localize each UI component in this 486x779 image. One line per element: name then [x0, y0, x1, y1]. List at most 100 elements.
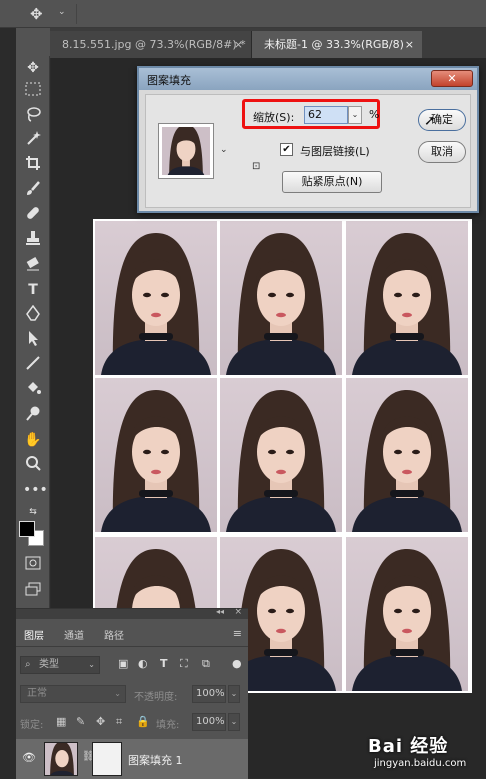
dialog-body: ⌄ 缩放(S): 62 ⌄ % ✔ 与图层链接(L) ⊡ 贴紧原点(N) 确定 … — [145, 94, 471, 208]
lock-artboard-icon[interactable]: ⌗ — [116, 715, 122, 729]
opacity-label: 不透明度: — [134, 692, 178, 703]
link-with-layer-label: 与图层链接(L) — [300, 145, 370, 158]
filter-kind-value: 类型 — [39, 659, 59, 670]
hand-tool-icon[interactable]: ✋ — [23, 430, 43, 450]
document-tabs: 8.15.551.jpg @ 73.3%(RGB/8#) * × 未标题-1 @… — [50, 28, 486, 58]
blend-row: 正常 ⌄ 不透明度: 100% ⌄ — [20, 685, 246, 705]
shape-filter-icon[interactable]: ⛶ — [180, 657, 188, 671]
dialog-titlebar[interactable]: 图案填充 ✕ — [139, 68, 477, 90]
marquee-tool-icon[interactable] — [23, 82, 43, 102]
clone-stamp-icon[interactable] — [23, 230, 43, 250]
lock-pixels-icon[interactable]: ✎ — [76, 715, 85, 728]
dodge-tool-icon[interactable] — [23, 405, 43, 425]
brush-tool-icon[interactable] — [23, 180, 43, 200]
tab-paths[interactable]: 路径 — [104, 627, 124, 642]
move-icon[interactable]: ✥ — [30, 5, 43, 23]
type-filter-icon[interactable]: T — [160, 657, 168, 670]
path-selection-icon[interactable] — [23, 330, 43, 350]
type-tool-icon[interactable]: T — [23, 280, 43, 300]
pattern-tile — [95, 378, 217, 532]
options-bar: ✥ ⌄ — [0, 0, 486, 28]
fill-input[interactable]: 100% — [192, 713, 226, 731]
pattern-tile — [95, 221, 217, 375]
toolbar-grip[interactable] — [16, 28, 50, 56]
layer-row[interactable]: 👁 ⛓ 图案填充 1 — [16, 739, 248, 779]
panel-tabs: 图层 通道 路径 ≡ — [16, 623, 248, 647]
chevron-down-icon[interactable]: ⌄ — [228, 713, 240, 731]
adjustment-filter-icon[interactable]: ◐ — [138, 657, 148, 670]
chevron-down-icon[interactable]: ⌄ — [58, 7, 66, 17]
crop-tool-icon[interactable] — [23, 155, 43, 175]
tab-document-1[interactable]: 8.15.551.jpg @ 73.3%(RGB/8#) * × — [50, 31, 252, 58]
paint-bucket-icon[interactable] — [23, 380, 43, 400]
panel-header[interactable]: ◂◂ × — [16, 607, 248, 619]
close-icon[interactable]: × — [234, 607, 242, 617]
move-tool-icon[interactable]: ✥ — [23, 58, 43, 78]
tab-channels[interactable]: 通道 — [64, 627, 84, 642]
lock-label: 锁定: — [20, 720, 44, 731]
scale-dropdown-icon[interactable]: ⌄ — [348, 106, 362, 124]
panel-menu-icon[interactable]: ≡ — [233, 627, 242, 640]
chevron-down-icon[interactable]: ⌄ — [228, 685, 240, 703]
layer-name[interactable]: 图案填充 1 — [128, 752, 183, 768]
layer-filter-row: ⌕ 类型 ⌄ ▣ ◐ T ⛶ ⧉ ● — [20, 655, 246, 675]
lock-position-icon[interactable]: ✥ — [96, 715, 105, 728]
tab-document-2[interactable]: 未标题-1 @ 33.3%(RGB/8) × — [252, 31, 422, 58]
scale-unit: % — [369, 108, 380, 121]
close-icon[interactable]: × — [405, 31, 414, 58]
fill-label: 填充: — [156, 720, 180, 731]
tab-layers[interactable]: 图层 — [24, 627, 44, 642]
layer-mask-thumbnail[interactable] — [92, 742, 122, 776]
zoom-tool-icon[interactable] — [23, 455, 43, 475]
lock-all-icon[interactable]: 🔒 — [136, 715, 150, 728]
blend-mode-select[interactable]: 正常 ⌄ — [20, 685, 126, 703]
smart-object-filter-icon[interactable]: ⧉ — [202, 657, 210, 671]
divider — [76, 4, 77, 24]
swap-colors-icon[interactable]: ⇆ — [23, 502, 43, 522]
tab-label: 未标题-1 @ 33.3%(RGB/8) — [264, 38, 404, 51]
pattern-picker[interactable] — [158, 123, 214, 179]
scale-label: 缩放(S): — [253, 111, 295, 124]
close-icon[interactable]: × — [234, 31, 243, 58]
link-with-layer-checkbox[interactable]: ✔ — [280, 143, 293, 156]
baidu-jingyan-watermark: Bai 经验 jingyan.baidu.com — [368, 732, 480, 778]
visibility-eye-icon[interactable]: 👁 — [22, 751, 36, 764]
layer-thumbnail[interactable] — [44, 742, 78, 776]
tools-panel: ✥ T ✋ ••• ⇆ — [16, 28, 50, 608]
dialog-close-button[interactable]: ✕ — [431, 70, 473, 87]
layers-panel: ◂◂ × 图层 通道 路径 ≡ ⌕ 类型 ⌄ ▣ ◐ T ⛶ ⧉ ● 正常 ⌄ … — [16, 607, 248, 779]
foreground-color-swatch[interactable] — [19, 521, 35, 537]
screen-mode-icon[interactable] — [23, 582, 43, 602]
pixel-filter-icon[interactable]: ▣ — [118, 657, 128, 670]
pattern-tile — [346, 378, 468, 532]
pattern-tile — [220, 378, 342, 532]
snap-origin-icon: ⊡ — [252, 161, 261, 172]
quick-mask-icon[interactable] — [23, 556, 43, 576]
tab-label: 8.15.551.jpg @ 73.3%(RGB/8#) * — [62, 38, 246, 51]
pattern-tile — [220, 221, 342, 375]
line-tool-icon[interactable] — [23, 355, 43, 375]
watermark-logo: Bai 经验 — [368, 736, 449, 757]
chevron-down-icon: ⌄ — [114, 689, 121, 698]
scale-input[interactable]: 62 — [304, 106, 348, 124]
healing-brush-icon[interactable] — [23, 205, 43, 225]
collapse-icon[interactable]: ◂◂ — [216, 607, 224, 616]
lock-row: 锁定: ▦ ✎ ✥ ⌗ 🔒 填充: 100% ⌄ — [20, 713, 246, 733]
dialog-title: 图案填充 — [147, 74, 191, 87]
blend-mode-value: 正常 — [27, 688, 47, 699]
eraser-tool-icon[interactable] — [23, 255, 43, 275]
chevron-down-icon: ⌄ — [88, 660, 95, 669]
magic-wand-icon[interactable] — [23, 130, 43, 150]
lock-transparency-icon[interactable]: ▦ — [56, 715, 66, 728]
filter-toggle-icon[interactable]: ● — [232, 657, 242, 670]
chevron-down-icon[interactable]: ⌄ — [220, 145, 228, 155]
more-tools-icon[interactable]: ••• — [23, 480, 48, 500]
pattern-thumbnail — [162, 127, 210, 175]
lasso-tool-icon[interactable] — [23, 106, 43, 126]
pen-tool-icon[interactable] — [23, 304, 43, 325]
pattern-tile — [346, 537, 468, 691]
filter-kind-select[interactable]: ⌕ 类型 ⌄ — [20, 656, 100, 674]
cancel-button[interactable]: 取消 — [418, 141, 466, 163]
snap-to-origin-button[interactable]: 贴紧原点(N) — [282, 171, 382, 193]
opacity-input[interactable]: 100% — [192, 685, 226, 703]
